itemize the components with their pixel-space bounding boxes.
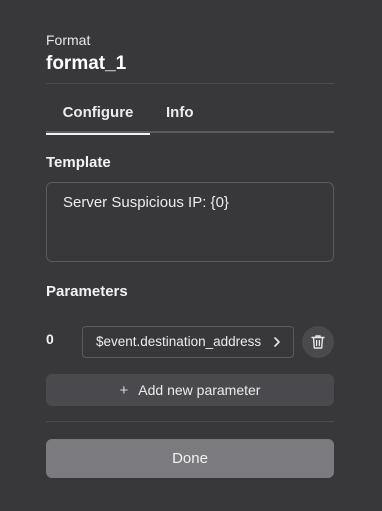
parameter-value-field[interactable]: $event.destination_address <box>82 326 294 358</box>
delete-parameter-button[interactable] <box>302 326 334 358</box>
parameter-index: 0 <box>46 331 54 347</box>
parameter-value: $event.destination_address <box>96 334 262 349</box>
panel-title: format_1 <box>46 53 127 74</box>
template-label: Template <box>46 154 111 171</box>
footer-divider <box>46 421 334 422</box>
parameters-label: Parameters <box>46 283 128 300</box>
done-button[interactable]: Done <box>46 439 334 478</box>
tab-bar: Configure Info <box>46 97 334 135</box>
panel-kicker: Format <box>46 32 91 48</box>
add-parameter-button[interactable]: + Add new parameter <box>46 374 334 406</box>
format-panel: Format format_1 Configure Info Template … <box>0 0 382 511</box>
chevron-right-icon <box>274 337 280 347</box>
trash-icon <box>311 335 325 349</box>
tab-configure[interactable]: Configure <box>46 97 150 135</box>
plus-icon: + <box>119 382 129 399</box>
add-parameter-label: Add new parameter <box>138 382 261 398</box>
template-input[interactable]: Server Suspicious IP: {0} <box>46 182 334 262</box>
tab-info[interactable]: Info <box>166 97 194 133</box>
header-divider <box>46 83 334 84</box>
